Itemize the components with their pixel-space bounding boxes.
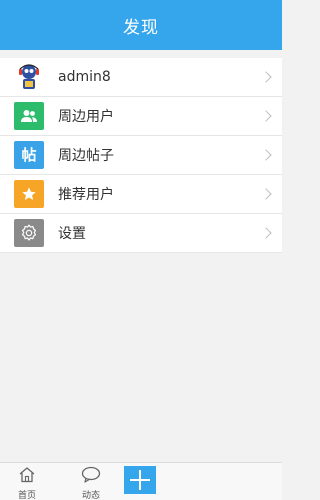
- gear-icon: [14, 219, 44, 247]
- menu-item-label: 设置: [58, 226, 86, 242]
- add-post-button[interactable]: [124, 466, 156, 494]
- menu-item-label: 周边用户: [58, 109, 114, 125]
- chat-bubble-icon: [81, 466, 101, 487]
- menu-item-nearby-users[interactable]: 周边用户: [0, 97, 282, 136]
- tab-home[interactable]: 首页: [0, 463, 54, 500]
- star-icon: [14, 180, 44, 208]
- menu-item-label: admin8: [58, 69, 111, 85]
- top-bar: 发现: [0, 0, 282, 50]
- page-title: 发现: [123, 17, 159, 38]
- people-icon: [14, 102, 44, 130]
- menu-item-profile[interactable]: admin8: [0, 58, 282, 97]
- chevron-right-icon: [260, 110, 272, 122]
- menu-item-label: 周边帖子: [58, 148, 114, 164]
- menu-item-label: 推荐用户: [58, 187, 114, 203]
- chevron-right-icon: [260, 149, 272, 161]
- chevron-right-icon: [260, 227, 272, 239]
- home-icon: [18, 466, 36, 487]
- discover-menu: admin8 周边用户 帖 周边帖子 推荐用户 设置: [0, 58, 282, 253]
- tab-feed[interactable]: 动态: [64, 463, 118, 500]
- bottom-tab-bar: 首页 动态: [0, 462, 282, 500]
- menu-item-nearby-posts[interactable]: 帖 周边帖子: [0, 136, 282, 175]
- post-icon-glyph: 帖: [21, 145, 37, 164]
- menu-item-recommended-users[interactable]: 推荐用户: [0, 175, 282, 214]
- tab-home-label: 首页: [17, 491, 36, 500]
- menu-item-settings[interactable]: 设置: [0, 214, 282, 253]
- tab-feed-label: 动态: [81, 491, 100, 500]
- chevron-right-icon: [260, 71, 272, 83]
- user-avatar-icon: [14, 63, 44, 91]
- post-icon: 帖: [14, 141, 44, 169]
- chevron-right-icon: [260, 188, 272, 200]
